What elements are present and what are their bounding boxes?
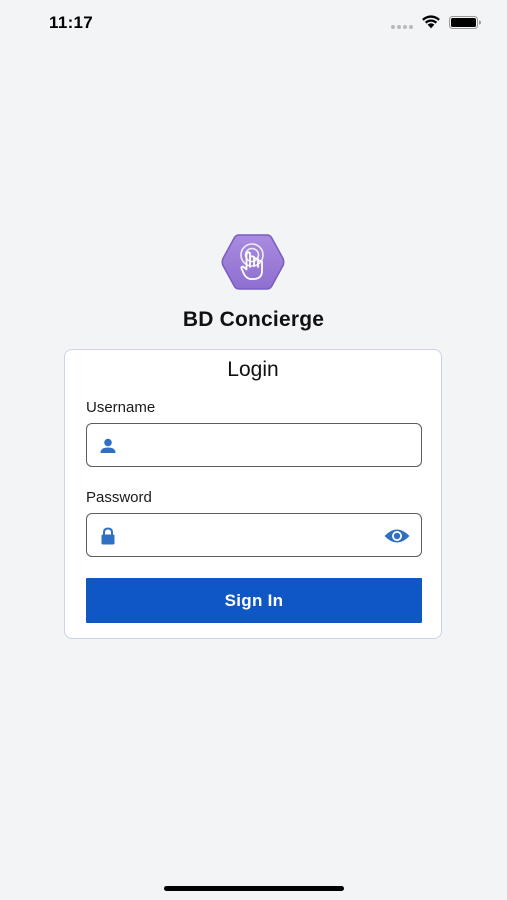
app-title: BD Concierge xyxy=(182,308,325,331)
login-card: Login Username Password Sign In xyxy=(64,349,442,639)
login-title: Login xyxy=(227,358,279,381)
home-indicator[interactable] xyxy=(164,886,344,891)
password-input[interactable] xyxy=(127,514,375,556)
status-time: 11:17 xyxy=(49,13,94,32)
password-label: Password xyxy=(86,489,152,506)
password-field-container xyxy=(86,513,422,557)
wifi-icon xyxy=(422,15,440,29)
person-icon xyxy=(100,438,116,453)
username-field-container xyxy=(86,423,422,467)
battery-icon xyxy=(449,16,481,29)
username-input[interactable] xyxy=(127,424,375,466)
hand-tap-hexagon-icon xyxy=(221,234,285,290)
eye-icon[interactable] xyxy=(383,526,411,546)
sign-in-button[interactable]: Sign In xyxy=(86,578,422,623)
username-label: Username xyxy=(86,399,156,416)
status-bar: 11:17 xyxy=(0,0,507,46)
signal-dots-icon xyxy=(391,25,413,29)
lock-icon xyxy=(101,527,115,545)
